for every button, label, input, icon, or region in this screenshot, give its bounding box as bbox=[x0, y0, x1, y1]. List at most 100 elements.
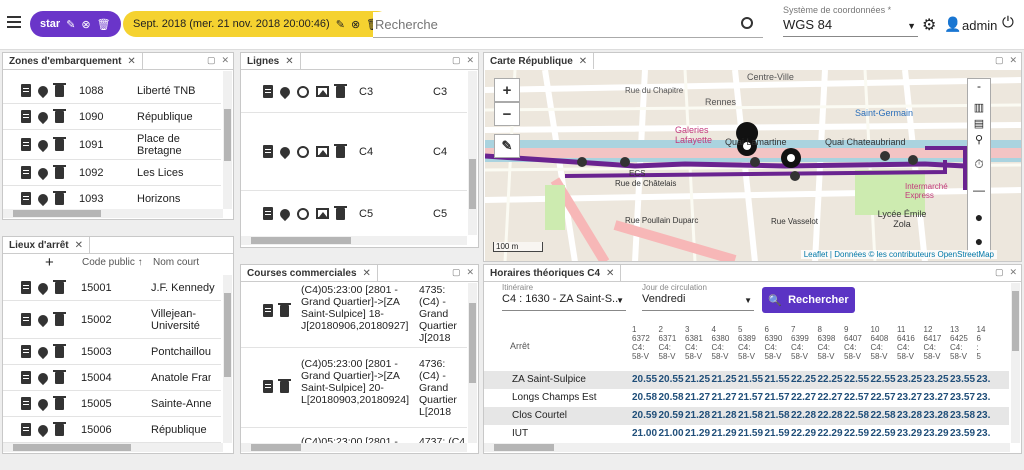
location-icon[interactable] bbox=[277, 206, 293, 221]
draw-icon[interactable]: ✎ bbox=[494, 134, 520, 158]
schedule-icon[interactable] bbox=[297, 207, 309, 220]
schedule-icon[interactable] bbox=[297, 85, 309, 98]
details-icon[interactable] bbox=[263, 85, 273, 98]
bus-icon[interactable]: ▤ bbox=[968, 117, 990, 133]
edit-icon[interactable]: ✎ bbox=[336, 18, 345, 31]
details-icon[interactable] bbox=[21, 345, 31, 358]
trash-icon[interactable]: 🗑 bbox=[97, 18, 111, 31]
details-icon[interactable] bbox=[21, 192, 31, 205]
details-icon[interactable] bbox=[263, 145, 273, 158]
close-icon[interactable]: ✕ bbox=[466, 55, 474, 66]
close-icon[interactable]: ✕ bbox=[285, 56, 293, 67]
edit-icon[interactable]: ✎ bbox=[66, 18, 75, 31]
coord-select[interactable]: WGS 84 ▼ bbox=[783, 17, 918, 37]
list-item[interactable]: 1091 Place de Bretagne bbox=[3, 130, 221, 160]
image-icon[interactable] bbox=[316, 208, 329, 219]
jour-select[interactable]: Vendredi ▼ bbox=[642, 293, 754, 311]
list-item[interactable]: C4 C4 bbox=[241, 113, 467, 191]
delete-icon[interactable] bbox=[53, 82, 66, 97]
horizontal-scrollbar[interactable] bbox=[484, 443, 1010, 452]
column-header-code[interactable]: Code public ↑ bbox=[82, 257, 143, 268]
maximize-icon[interactable]: ▢ bbox=[207, 55, 216, 66]
list-item[interactable]: (C4)05:23:00 [2801 - Grand Quartier]->[Z… bbox=[241, 282, 467, 348]
location-icon[interactable] bbox=[35, 312, 51, 327]
location-icon[interactable] bbox=[35, 370, 51, 385]
close-icon[interactable]: ✕ bbox=[127, 56, 135, 67]
delete-icon[interactable] bbox=[53, 369, 66, 384]
zoom-out-button[interactable]: − bbox=[494, 102, 520, 126]
table-row[interactable]: 15004 Anatole France bbox=[3, 365, 221, 391]
carte-tab[interactable]: Carte République ✕ bbox=[484, 53, 595, 69]
list-item[interactable]: 1090 République bbox=[3, 104, 221, 130]
delete-icon[interactable] bbox=[278, 378, 291, 393]
zoom-in-button[interactable]: + bbox=[494, 78, 520, 102]
location-icon[interactable] bbox=[35, 83, 51, 98]
vertical-scrollbar[interactable] bbox=[468, 71, 477, 235]
delete-icon[interactable] bbox=[53, 421, 66, 436]
delete-icon[interactable] bbox=[53, 279, 66, 294]
circle-tool-icon[interactable]: ● bbox=[968, 209, 990, 233]
courses-tab[interactable]: Courses commerciales ✕ bbox=[241, 265, 378, 281]
delete-icon[interactable] bbox=[334, 83, 347, 98]
delete-icon[interactable] bbox=[334, 143, 347, 158]
details-icon[interactable] bbox=[21, 166, 31, 179]
train-icon[interactable]: ▥ bbox=[968, 101, 990, 117]
image-icon[interactable] bbox=[316, 86, 329, 97]
cancel-icon[interactable]: ⊗ bbox=[81, 18, 90, 31]
map-canvas[interactable]: Centre-Ville Rennes Rue du Chapitre Gale… bbox=[485, 70, 1021, 261]
details-icon[interactable] bbox=[21, 138, 31, 151]
gear-icon[interactable]: ⚙ bbox=[922, 15, 936, 35]
horizontal-scrollbar[interactable] bbox=[241, 236, 467, 245]
vertical-scrollbar[interactable] bbox=[1011, 283, 1020, 443]
maximize-icon[interactable]: ▢ bbox=[995, 55, 1004, 66]
map-attribution[interactable]: Leaflet | Données © les contributeurs Op… bbox=[800, 250, 997, 259]
location-icon[interactable] bbox=[277, 144, 293, 159]
dataset-chip-star[interactable]: star ✎ ⊗ 🗑 bbox=[30, 11, 121, 37]
list-item[interactable]: 1088 Liberté TNB bbox=[3, 78, 221, 104]
minus-tool-icon[interactable]: - bbox=[968, 79, 990, 101]
delete-icon[interactable] bbox=[53, 164, 66, 179]
vertical-scrollbar[interactable] bbox=[223, 275, 232, 443]
bike-icon[interactable]: ⚲ bbox=[968, 133, 990, 157]
delete-icon[interactable] bbox=[53, 311, 66, 326]
location-icon[interactable] bbox=[277, 84, 293, 99]
maximize-icon[interactable]: ▢ bbox=[995, 267, 1004, 278]
close-icon[interactable]: ✕ bbox=[606, 268, 614, 279]
line-tool-icon[interactable]: — bbox=[968, 183, 990, 209]
close-icon[interactable]: ✕ bbox=[1009, 55, 1017, 66]
lignes-tab[interactable]: Lignes ✕ bbox=[241, 53, 301, 69]
details-icon[interactable] bbox=[263, 207, 273, 220]
details-icon[interactable] bbox=[21, 423, 31, 436]
details-icon[interactable] bbox=[263, 380, 273, 393]
dataset-chip-period[interactable]: Sept. 2018 (mer. 21 nov. 2018 20:00:46) … bbox=[123, 11, 391, 37]
table-row[interactable]: 15002 Villejean-Université bbox=[3, 301, 221, 339]
location-icon[interactable] bbox=[35, 165, 51, 180]
schedule-icon[interactable] bbox=[297, 145, 309, 158]
location-icon[interactable] bbox=[35, 396, 51, 411]
list-item[interactable]: (C4)05:23:00 [2801 - Grand Quartier]->[Z… bbox=[241, 348, 467, 428]
zones-tab[interactable]: Zones d'embarquement ✕ bbox=[3, 53, 143, 69]
details-icon[interactable] bbox=[263, 304, 273, 317]
table-row[interactable]: 15001 J.F. Kennedy bbox=[3, 275, 221, 301]
list-item[interactable]: (C4)05:23:00 [2801 -4737: (C4) bbox=[241, 428, 467, 448]
close-icon[interactable]: ✕ bbox=[221, 55, 229, 66]
search-input[interactable] bbox=[373, 12, 763, 38]
itineraire-select[interactable]: C4 : 1630 - ZA Saint-S... ▼ bbox=[502, 293, 626, 311]
list-item[interactable]: 1092 Les Lices bbox=[3, 160, 221, 186]
table-row[interactable]: 15005 Sainte-Anne bbox=[3, 391, 221, 417]
delete-icon[interactable] bbox=[53, 108, 66, 123]
delete-icon[interactable] bbox=[334, 205, 347, 220]
list-item[interactable]: C5 C5 bbox=[241, 191, 467, 237]
search-icon[interactable] bbox=[741, 17, 753, 29]
horizontal-scrollbar[interactable] bbox=[241, 443, 467, 452]
location-icon[interactable] bbox=[35, 422, 51, 437]
list-item[interactable]: C3 C3 bbox=[241, 71, 467, 113]
details-icon[interactable] bbox=[21, 84, 31, 97]
location-icon[interactable] bbox=[35, 109, 51, 124]
location-icon[interactable] bbox=[35, 191, 51, 206]
timer-icon[interactable]: ⏱ bbox=[968, 157, 990, 183]
search-button[interactable]: 🔍 Rechercher bbox=[762, 287, 855, 313]
location-icon[interactable] bbox=[35, 280, 51, 295]
details-icon[interactable] bbox=[21, 110, 31, 123]
close-icon[interactable]: ✕ bbox=[466, 267, 474, 278]
